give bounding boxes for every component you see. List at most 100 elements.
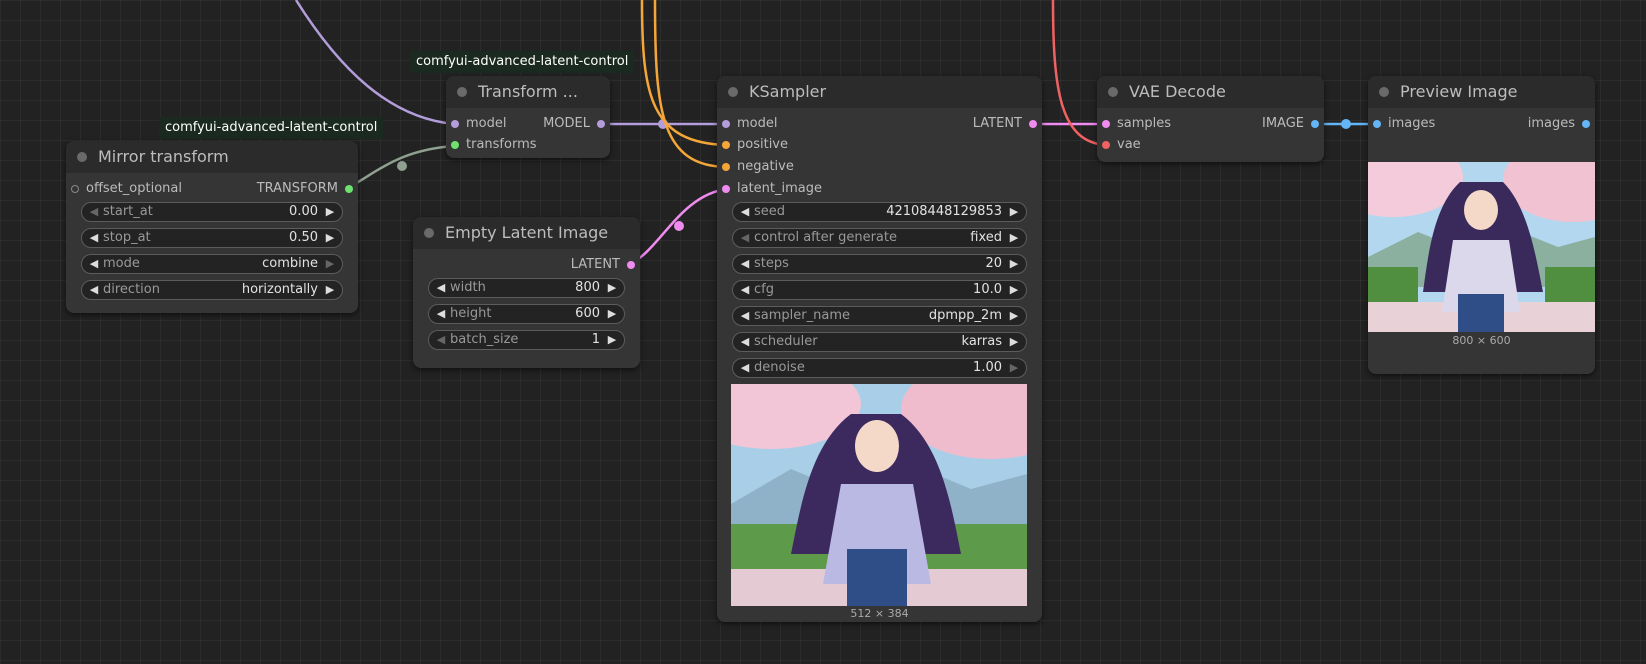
widget-sampler-name[interactable]: ◀ sampler_name dpmpp_2m ▶ [732, 306, 1027, 326]
output-image[interactable]: IMAGE [1262, 114, 1324, 134]
input-vae[interactable]: vae [1097, 135, 1141, 155]
decrement-arrow-icon[interactable]: ◀ [737, 229, 753, 247]
input-transforms[interactable]: transforms [446, 135, 537, 155]
decrement-arrow-icon[interactable]: ◀ [737, 255, 753, 273]
increment-arrow-icon[interactable]: ▶ [1006, 255, 1022, 273]
decrement-arrow-icon[interactable]: ◀ [86, 281, 102, 299]
increment-arrow-icon[interactable]: ▶ [322, 255, 338, 273]
increment-arrow-icon[interactable]: ▶ [604, 279, 620, 297]
output-pin[interactable] [345, 185, 353, 193]
node-collapse-dot[interactable] [424, 228, 434, 238]
output-model[interactable]: MODEL [543, 114, 610, 134]
increment-arrow-icon[interactable]: ▶ [322, 229, 338, 247]
transform-model-node[interactable]: Transform ... model MODEL transforms [446, 76, 610, 158]
widget-start-at[interactable]: ◀ start_at 0.00 ▶ [81, 202, 343, 222]
increment-arrow-icon[interactable]: ▶ [322, 281, 338, 299]
preview-output-image[interactable] [1368, 162, 1595, 332]
widget-width[interactable]: ◀ width 800 ▶ [428, 278, 625, 298]
widget-control-after-generate[interactable]: ◀ control after generate fixed ▶ [732, 228, 1027, 248]
input-pin[interactable] [71, 185, 79, 193]
increment-arrow-icon[interactable]: ▶ [1006, 203, 1022, 221]
input-pin[interactable] [1102, 141, 1110, 149]
node-title-bar[interactable]: VAE Decode [1097, 76, 1324, 108]
input-pin[interactable] [1102, 120, 1110, 128]
decrement-arrow-icon[interactable]: ◀ [86, 229, 102, 247]
output-latent[interactable]: LATENT [571, 255, 640, 275]
widget-label: sampler_name [754, 308, 850, 323]
output-pin[interactable] [1582, 120, 1590, 128]
input-offset-optional[interactable]: offset_optional [66, 179, 182, 199]
node-title-bar[interactable]: Transform ... [446, 76, 610, 108]
input-negative[interactable]: negative [717, 157, 794, 177]
slot-label: MODEL [543, 116, 590, 131]
widget-mode[interactable]: ◀ mode combine ▶ [81, 254, 343, 274]
increment-arrow-icon[interactable]: ▶ [604, 305, 620, 323]
slot-label: images [1388, 116, 1436, 131]
mirror-transform-node[interactable]: Mirror transform offset_optional TRANSFO… [66, 141, 358, 313]
node-title-bar[interactable]: Empty Latent Image [413, 217, 640, 249]
decrement-arrow-icon[interactable]: ◀ [433, 305, 449, 323]
decrement-arrow-icon[interactable]: ◀ [86, 203, 102, 221]
decrement-arrow-icon[interactable]: ◀ [737, 333, 753, 351]
input-pin[interactable] [451, 120, 459, 128]
widget-scheduler[interactable]: ◀ scheduler karras ▶ [732, 332, 1027, 352]
decrement-arrow-icon[interactable]: ◀ [737, 281, 753, 299]
input-model[interactable]: model [717, 114, 777, 134]
widget-denoise[interactable]: ◀ denoise 1.00 ▶ [732, 358, 1027, 378]
widget-height[interactable]: ◀ height 600 ▶ [428, 304, 625, 324]
node-collapse-dot[interactable] [1108, 87, 1118, 97]
decrement-arrow-icon[interactable]: ◀ [737, 359, 753, 377]
node-title-bar[interactable]: KSampler [717, 76, 1042, 108]
input-samples[interactable]: samples [1097, 114, 1171, 134]
input-latent-image[interactable]: latent_image [717, 179, 822, 199]
widget-cfg[interactable]: ◀ cfg 10.0 ▶ [732, 280, 1027, 300]
input-pin[interactable] [451, 141, 459, 149]
empty-latent-image-node[interactable]: Empty Latent Image LATENT ◀ width 800 ▶ ◀ he… [413, 217, 640, 368]
output-pin[interactable] [1029, 120, 1037, 128]
increment-arrow-icon[interactable]: ▶ [1006, 229, 1022, 247]
widget-value: dpmpp_2m [928, 308, 1002, 323]
input-pin[interactable] [722, 120, 730, 128]
increment-arrow-icon[interactable]: ▶ [1006, 359, 1022, 377]
input-pin[interactable] [722, 185, 730, 193]
node-collapse-dot[interactable] [457, 87, 467, 97]
increment-arrow-icon[interactable]: ▶ [1006, 281, 1022, 299]
output-images[interactable]: images [1528, 114, 1595, 134]
node-collapse-dot[interactable] [77, 152, 87, 162]
increment-arrow-icon[interactable]: ▶ [1006, 333, 1022, 351]
vae-decode-node[interactable]: VAE Decode samples IMAGE vae [1097, 76, 1324, 162]
widget-label: mode [103, 256, 140, 271]
decrement-arrow-icon[interactable]: ◀ [737, 307, 753, 325]
output-latent[interactable]: LATENT [973, 114, 1042, 134]
node-collapse-dot[interactable] [1379, 87, 1389, 97]
widget-value: combine [262, 256, 318, 271]
widget-stop-at[interactable]: ◀ stop_at 0.50 ▶ [81, 228, 343, 248]
decrement-arrow-icon[interactable]: ◀ [433, 331, 449, 349]
widget-value: 1.00 [973, 360, 1002, 375]
input-model[interactable]: model [446, 114, 506, 134]
decrement-arrow-icon[interactable]: ◀ [737, 203, 753, 221]
node-title-bar[interactable]: Preview Image [1368, 76, 1595, 108]
output-transform[interactable]: TRANSFORM [257, 179, 358, 199]
increment-arrow-icon[interactable]: ▶ [604, 331, 620, 349]
input-images[interactable]: images [1368, 114, 1435, 134]
output-pin[interactable] [1311, 120, 1319, 128]
node-title-bar[interactable]: Mirror transform [66, 141, 358, 173]
input-positive[interactable]: positive [717, 135, 788, 155]
widget-steps[interactable]: ◀ steps 20 ▶ [732, 254, 1027, 274]
input-pin[interactable] [722, 141, 730, 149]
input-pin[interactable] [1373, 120, 1381, 128]
widget-batch-size[interactable]: ◀ batch_size 1 ▶ [428, 330, 625, 350]
decrement-arrow-icon[interactable]: ◀ [433, 279, 449, 297]
node-collapse-dot[interactable] [728, 87, 738, 97]
widget-seed[interactable]: ◀ seed 42108448129853 ▶ [732, 202, 1027, 222]
preview-image-node[interactable]: Preview Image images images 800 × 600 [1368, 76, 1595, 374]
output-pin[interactable] [597, 120, 605, 128]
input-pin[interactable] [722, 163, 730, 171]
increment-arrow-icon[interactable]: ▶ [1006, 307, 1022, 325]
decrement-arrow-icon[interactable]: ◀ [86, 255, 102, 273]
ksampler-node[interactable]: KSampler model LATENT positive negative … [717, 76, 1042, 622]
output-pin[interactable] [627, 261, 635, 269]
widget-direction[interactable]: ◀ direction horizontally ▶ [81, 280, 343, 300]
increment-arrow-icon[interactable]: ▶ [322, 203, 338, 221]
